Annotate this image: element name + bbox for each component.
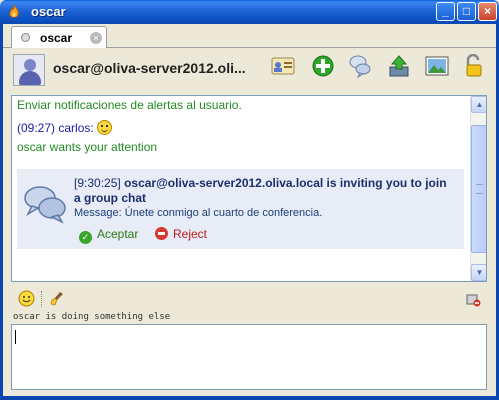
tab-label: oscar [40, 31, 73, 45]
clear-transcript-icon[interactable] [49, 290, 66, 307]
maximize-button[interactable]: □ [457, 2, 476, 21]
invitation-message-text: Únete conmigo al cuarto de conferencia. [124, 207, 323, 219]
reject-icon [155, 227, 168, 240]
text-caret [15, 330, 16, 344]
scroll-up-icon[interactable]: ▲ [471, 96, 486, 113]
scroll-thumb[interactable] [471, 125, 486, 253]
chat-transcript[interactable]: Enviar notificaciones de alertas al usua… [11, 95, 487, 282]
contact-name: oscar@oliva-server2012.oli... [53, 60, 246, 76]
attention-message: oscar wants your attention [17, 140, 158, 154]
invite-chat-icon[interactable] [348, 54, 372, 78]
composer-toolbar [3, 286, 496, 312]
screenshot-icon[interactable] [425, 54, 449, 78]
file-transfer-icon[interactable] [387, 54, 411, 78]
avatar [13, 54, 45, 86]
invitation-title: [9:30:25] oscar@oliva-server2012.oliva.l… [74, 176, 454, 206]
minimize-button[interactable]: _ [436, 2, 455, 21]
tab-oscar[interactable]: oscar × [11, 26, 107, 49]
title-bar[interactable]: oscar _ □ × [0, 0, 499, 24]
accept-button[interactable]: ✓ Aceptar [79, 227, 138, 244]
invitation-timestamp: [9:30:25] [74, 176, 121, 190]
close-button[interactable]: × [478, 2, 497, 21]
reject-label: Reject [173, 227, 208, 241]
invitation-message-label: Message: [74, 207, 122, 219]
chat-header: oscar@oliva-server2012.oli... [3, 48, 496, 90]
tab-strip: oscar × [3, 24, 496, 49]
spark-flame-icon [9, 4, 19, 18]
message-time: (09:27) [17, 121, 56, 135]
message-line: (09:27) carlos: [17, 120, 113, 135]
presence-icon [21, 33, 30, 42]
accept-label: Aceptar [97, 227, 139, 241]
reject-button[interactable]: Reject [155, 227, 207, 241]
typing-status: oscar is doing something else [13, 312, 171, 322]
scroll-down-icon[interactable]: ▼ [471, 264, 486, 281]
mute-alerts-icon[interactable] [466, 292, 481, 307]
add-contact-icon[interactable] [311, 54, 335, 78]
tab-close-icon[interactable]: × [90, 32, 102, 44]
emoticon-picker-icon[interactable] [18, 290, 35, 307]
check-icon: ✓ [79, 231, 92, 244]
invitation-text: oscar@oliva-server2012.oliva.local is in… [74, 176, 447, 205]
vertical-scrollbar[interactable]: ▲ ▼ [470, 96, 486, 281]
toolbar-divider [41, 291, 42, 307]
conference-icon [24, 186, 66, 224]
unlocked-icon[interactable] [462, 54, 486, 78]
window-frame-bottom [0, 396, 499, 400]
window-title: oscar [31, 4, 66, 19]
smile-icon [97, 120, 113, 135]
message-sender: carlos: [58, 121, 94, 135]
invitation-message: Message: Únete conmigo al cuarto de conf… [74, 207, 322, 219]
vcard-icon[interactable] [271, 54, 295, 78]
message-text: Enviar notificaciones de alertas al usua… [17, 98, 242, 112]
message-input[interactable] [11, 324, 487, 390]
group-chat-invitation: [9:30:25] oscar@oliva-server2012.oliva.l… [17, 169, 464, 249]
